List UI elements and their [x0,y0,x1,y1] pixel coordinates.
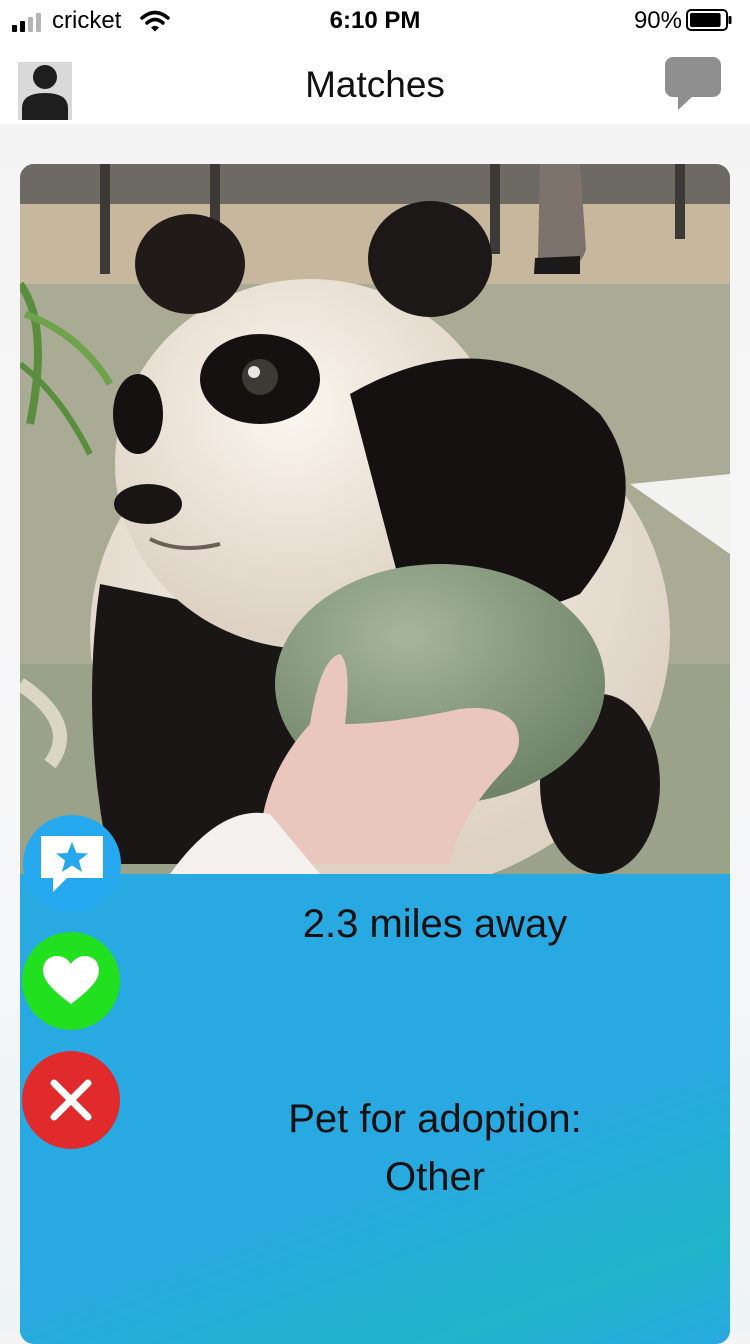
star-speech-bubble-icon [41,836,103,892]
adoption-type: Other [384,1155,486,1199]
favorite-button[interactable] [23,815,121,913]
pet-info-panel: 2.3 miles away Pet for adoption: Other [20,874,730,1344]
battery-percentage: 90% [633,7,682,34]
close-icon [50,1079,92,1121]
battery-icon [686,9,732,31]
distance-label: 2.3 miles away [302,902,568,946]
nav-bar: Matches [0,44,750,124]
pet-photo [20,164,730,874]
adoption-label: Pet for adoption: [288,1097,582,1141]
match-card[interactable]: 2.3 miles away Pet for adoption: Other [20,164,730,1344]
heart-icon [43,956,99,1004]
like-button[interactable] [22,932,120,1030]
page-title: Matches [305,64,445,105]
adoption-info: Pet for adoption: Other [140,1090,730,1206]
chat-bubble-icon[interactable] [664,56,722,112]
dismiss-button[interactable] [22,1051,120,1149]
status-bar: cricket 6:10 PM 90% [0,0,750,44]
